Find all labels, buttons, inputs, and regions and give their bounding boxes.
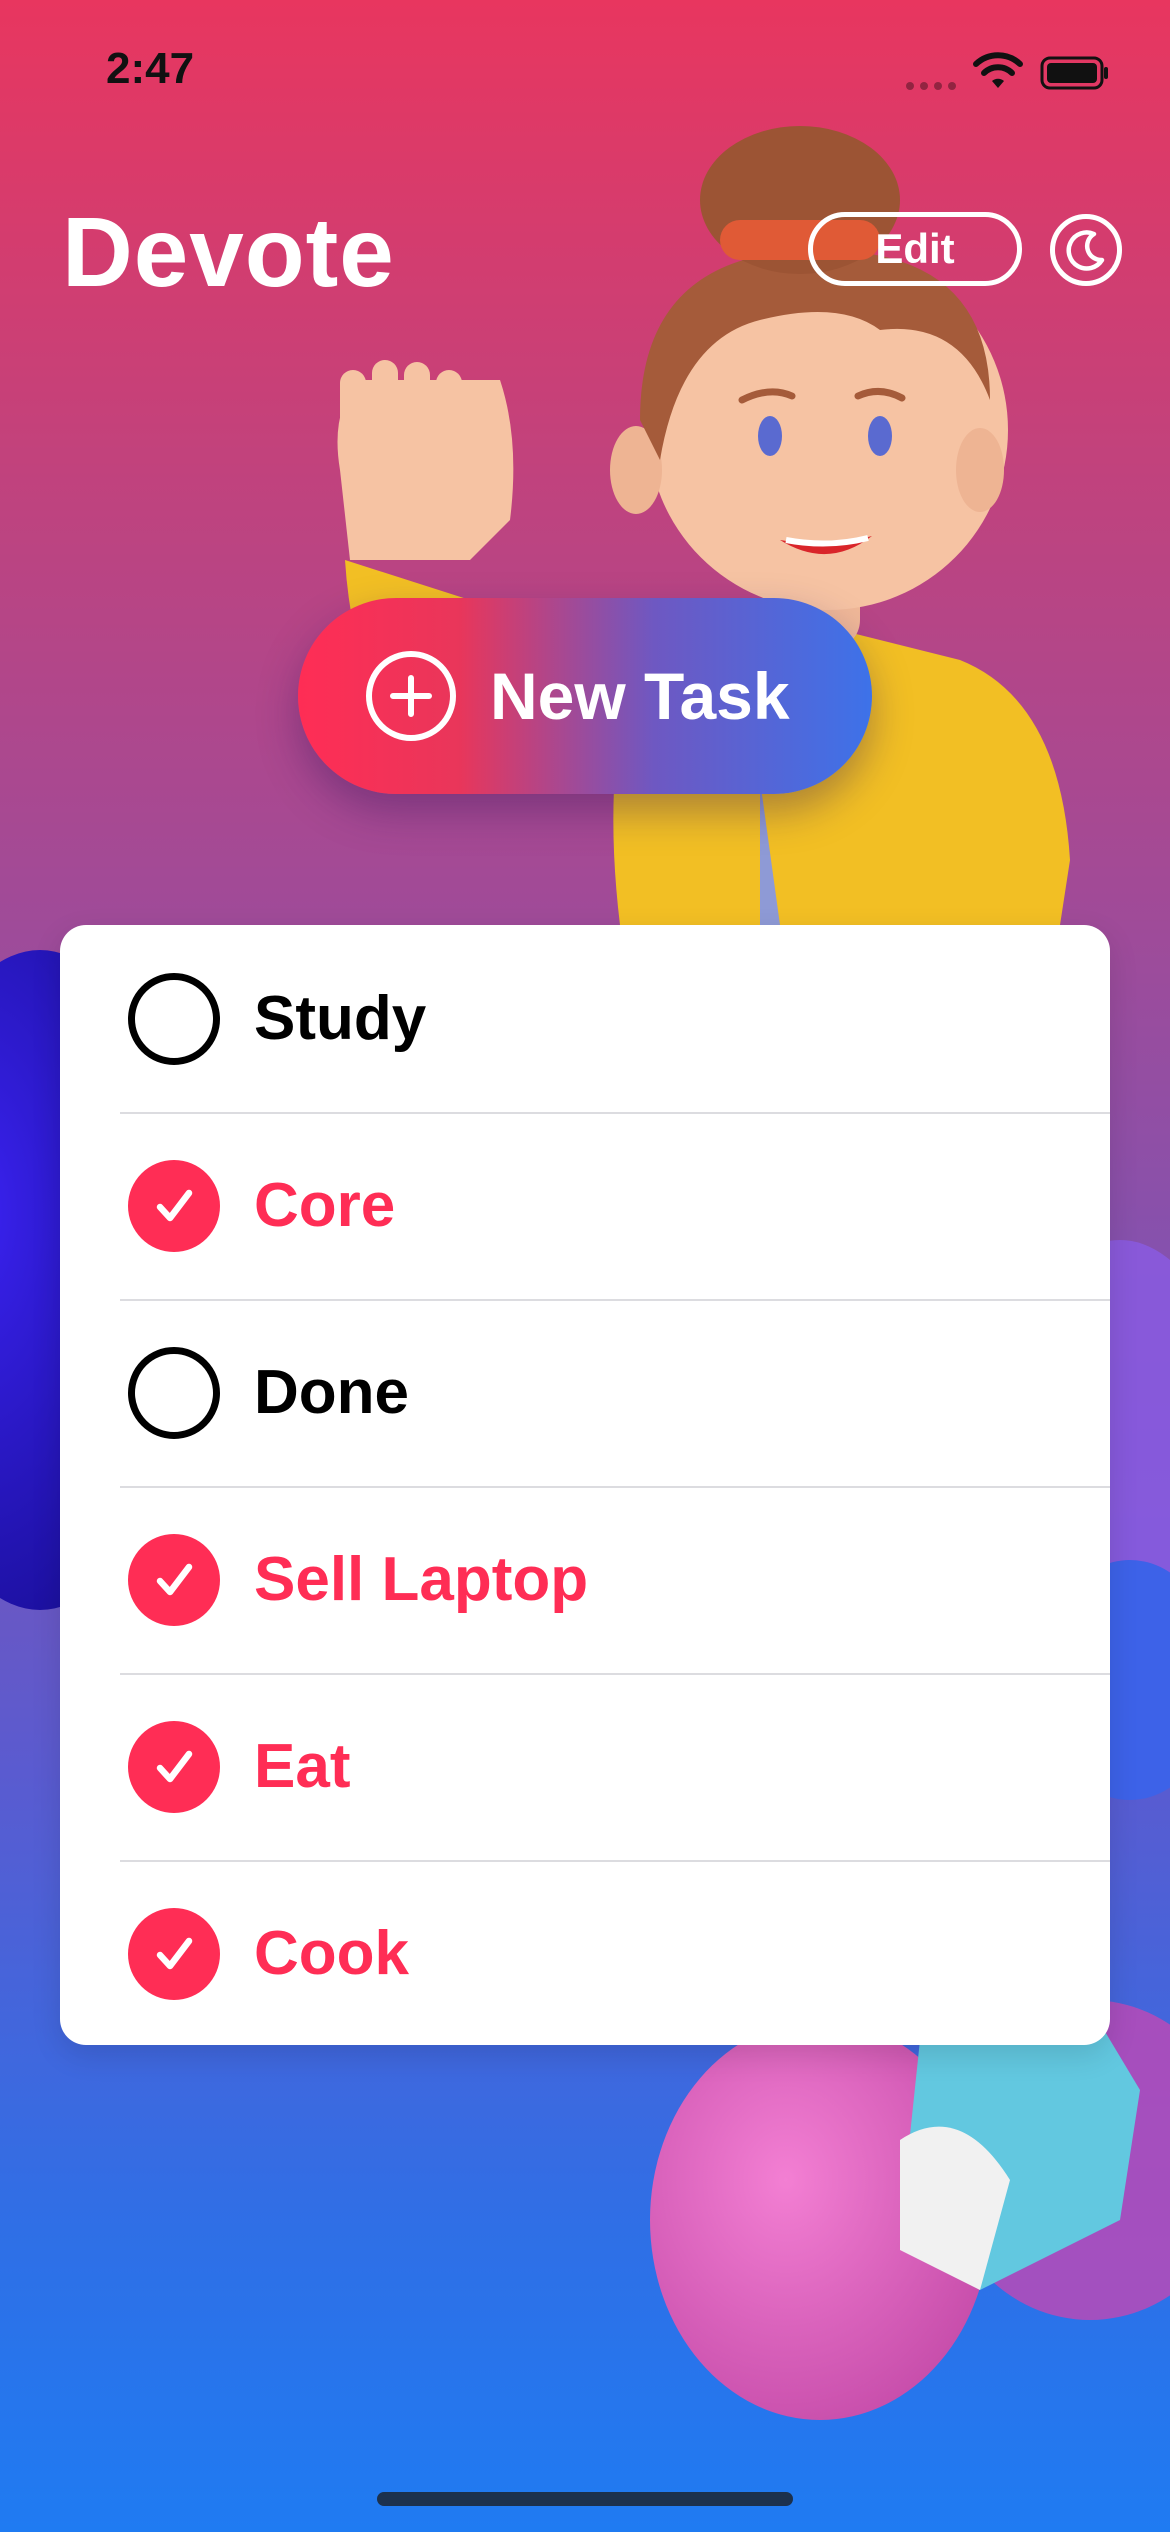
wifi-icon xyxy=(973,52,1023,88)
status-bar: 2:47 xyxy=(0,0,1170,140)
checkmark-circle-icon[interactable] xyxy=(128,1907,220,2000)
checkmark-circle-icon[interactable] xyxy=(128,1533,220,1626)
unchecked-circle-icon[interactable] xyxy=(128,1346,220,1439)
plus-circle-icon xyxy=(366,651,456,741)
battery-icon xyxy=(1040,56,1108,90)
checkmark-circle-icon[interactable] xyxy=(128,1159,220,1252)
dark-mode-toggle[interactable] xyxy=(1050,214,1122,286)
task-label: Sell Laptop xyxy=(254,1545,589,1614)
task-list: Study Core Done Sell Laptop Eat Cook xyxy=(60,925,1110,2045)
task-label: Study xyxy=(254,984,427,1053)
checkmark-circle-icon[interactable] xyxy=(128,1720,220,1813)
app-title: Devote xyxy=(62,197,395,307)
task-label: Eat xyxy=(254,1732,351,1801)
moon-icon xyxy=(1066,230,1105,271)
task-row[interactable]: Study xyxy=(60,925,1110,1112)
home-indicator xyxy=(377,2492,793,2506)
new-task-button[interactable]: New Task xyxy=(298,598,872,794)
new-task-label: New Task xyxy=(490,659,790,733)
status-time: 2:47 xyxy=(106,44,195,93)
task-label: Cook xyxy=(254,1919,409,1988)
task-row[interactable]: Done xyxy=(60,1299,1110,1486)
task-row[interactable]: Cook xyxy=(60,1860,1110,2045)
cellular-signal-icon xyxy=(906,82,956,90)
edit-button[interactable]: Edit xyxy=(808,212,1022,286)
task-label: Core xyxy=(254,1171,396,1240)
task-row[interactable]: Eat xyxy=(60,1673,1110,1860)
task-row[interactable]: Core xyxy=(60,1112,1110,1299)
unchecked-circle-icon[interactable] xyxy=(128,972,220,1065)
task-label: Done xyxy=(254,1358,409,1427)
task-row[interactable]: Sell Laptop xyxy=(60,1486,1110,1673)
